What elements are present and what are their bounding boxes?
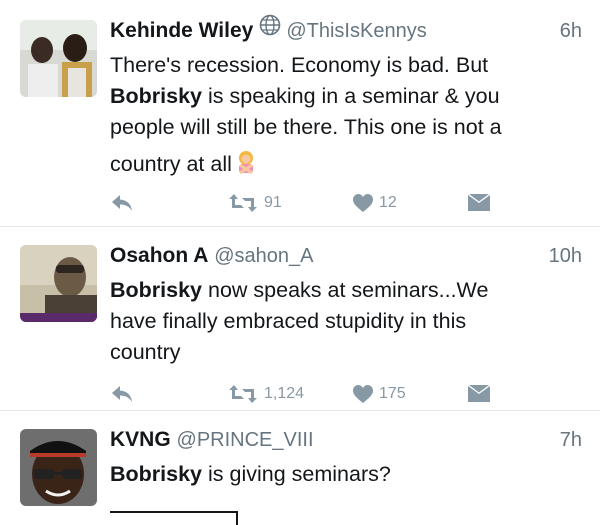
- avatar[interactable]: [20, 20, 97, 97]
- tweet-time[interactable]: 10h: [549, 241, 582, 271]
- tweet-text-line: people will still be there. This one is …: [110, 115, 502, 139]
- media-preview-edge: [236, 511, 238, 525]
- like-button[interactable]: 175: [353, 379, 406, 409]
- tweet-time[interactable]: 7h: [560, 425, 582, 455]
- tweet-text-line: Bobrisky now speaks at seminars...We: [110, 278, 489, 302]
- direct-message-icon: [468, 385, 490, 403]
- reply-button[interactable]: [110, 379, 134, 409]
- user-handle[interactable]: @sahon_A: [214, 245, 313, 267]
- tweet-text-line: There's recession. Economy is bad. But: [110, 53, 489, 77]
- tweet-header: KVNG @PRINCE_VIII 7h: [110, 425, 582, 455]
- direct-message-button[interactable]: [468, 188, 490, 218]
- globe-icon: [259, 14, 281, 45]
- tweet-text-line: Bobrisky is giving seminars?: [110, 462, 391, 486]
- reply-icon: [110, 384, 134, 404]
- tweet-header: Osahon A @sahon_A 10h: [110, 241, 582, 271]
- retweet-button[interactable]: 1,124: [228, 379, 304, 409]
- direct-message-icon: [468, 194, 490, 212]
- mention-bold: Bobrisky: [110, 84, 203, 108]
- retweet-icon: [228, 384, 258, 404]
- tweet-text: Bobrisky now speaks at seminars...We hav…: [110, 275, 582, 368]
- user-handle[interactable]: @PRINCE_VIII: [177, 429, 314, 451]
- tweet-header: Kehinde Wiley @ThisIsKennys 6h: [110, 14, 582, 46]
- mention-bold: Bobrisky: [110, 462, 203, 486]
- retweet-count: 91: [264, 194, 282, 211]
- user-name[interactable]: KVNG: [110, 428, 171, 451]
- like-count: 175: [379, 385, 406, 402]
- retweet-count: 1,124: [264, 385, 305, 402]
- reply-button[interactable]: [110, 188, 134, 218]
- media-preview-edge: [110, 511, 238, 513]
- tweet-card[interactable]: Kehinde Wiley @ThisIsKennys 6h There's re…: [0, 0, 600, 226]
- tweet-time[interactable]: 6h: [560, 16, 582, 46]
- tweet-text: There's recession. Economy is bad. But B…: [110, 50, 582, 180]
- like-icon: [353, 193, 373, 213]
- tweet-text-line: country at all: [110, 149, 582, 180]
- tweet-actions: 1,124 175: [110, 379, 582, 409]
- retweet-button[interactable]: 91: [228, 188, 282, 218]
- user-handle[interactable]: @ThisIsKennys: [286, 20, 426, 42]
- tweet-text-line: country: [110, 340, 181, 364]
- retweet-icon: [228, 193, 258, 213]
- like-count: 12: [379, 194, 397, 211]
- reply-icon: [110, 193, 134, 213]
- like-button[interactable]: 12: [353, 188, 397, 218]
- tweet-card[interactable]: KVNG @PRINCE_VIII 7h Bobrisky is giving …: [0, 411, 600, 525]
- avatar[interactable]: [20, 429, 97, 506]
- tweet-card[interactable]: Osahon A @sahon_A 10h Bobrisky now speak…: [0, 227, 600, 410]
- no-gesture-emoji: [234, 150, 258, 175]
- direct-message-button[interactable]: [468, 379, 490, 409]
- tweet-text: Bobrisky is giving seminars?: [110, 459, 582, 490]
- tweet-text-line: Bobrisky is speaking in a seminar & you: [110, 84, 500, 108]
- tweet-text-line: have finally embraced stupidity in this: [110, 309, 467, 333]
- user-name[interactable]: Osahon A: [110, 244, 208, 267]
- avatar[interactable]: [20, 245, 97, 322]
- tweet-actions: 91 12: [110, 188, 582, 218]
- user-name[interactable]: Kehinde Wiley: [110, 19, 253, 42]
- mention-bold: Bobrisky: [110, 278, 203, 302]
- like-icon: [353, 384, 373, 404]
